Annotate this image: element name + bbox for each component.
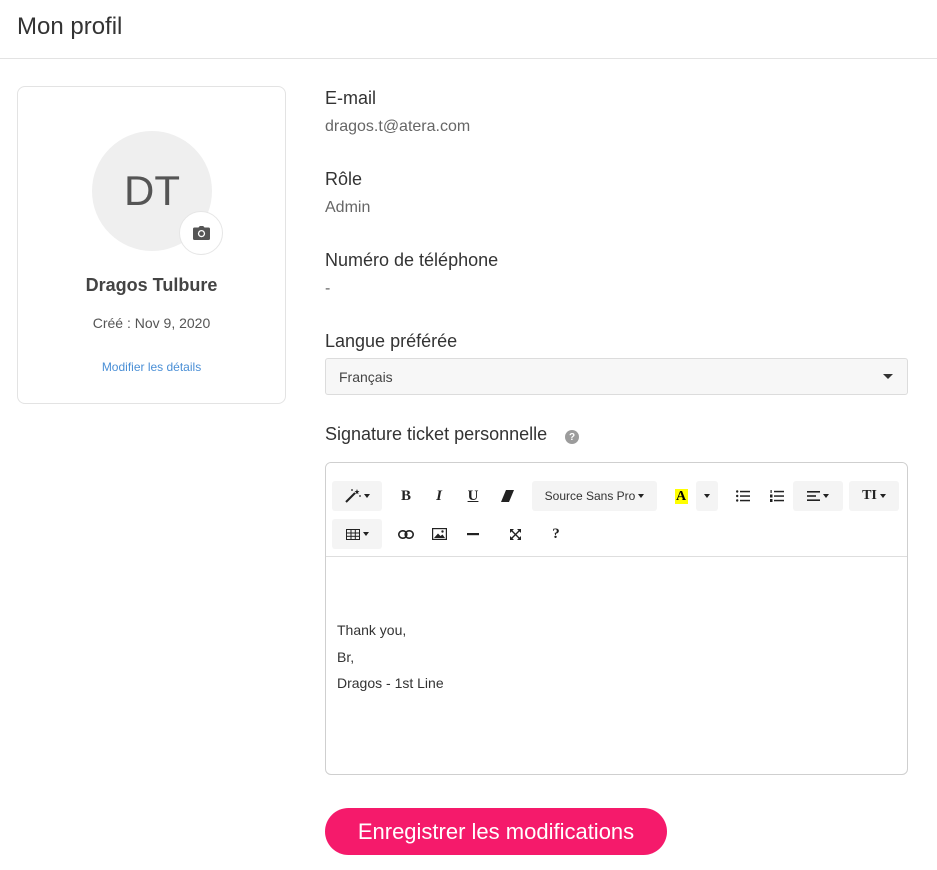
editor-toolbar: B I U Source Sans Pro A TI ? [326, 463, 907, 557]
user-name: Dragos Tulbure [85, 275, 218, 295]
eraser-button[interactable] [493, 481, 521, 511]
signature-line: Thank you, [337, 622, 407, 638]
change-photo-button[interactable] [179, 211, 223, 255]
role-value: Admin [325, 199, 371, 216]
horizontal-rule-button[interactable] [459, 519, 487, 549]
numbered-list-icon [770, 490, 784, 502]
text-size-icon: TI [862, 488, 877, 503]
email-value: dragos.t@atera.com [325, 118, 471, 135]
bold-button[interactable]: B [392, 481, 420, 511]
numbered-list-button[interactable] [763, 481, 791, 511]
role-label: Rôle [325, 169, 363, 189]
edit-details-link[interactable]: Modifier les détails [18, 360, 285, 374]
text-color-button[interactable]: A [668, 481, 694, 511]
signature-line: Br, [337, 648, 355, 665]
language-select[interactable]: Français [325, 358, 908, 395]
avatar-initials: DT [124, 167, 180, 214]
phone-value: - [325, 280, 331, 297]
created-date: Créé : Nov 9, 2020 [92, 315, 211, 331]
image-button[interactable] [425, 519, 453, 549]
underline-button[interactable]: U [459, 481, 487, 511]
camera-icon [192, 226, 210, 240]
link-button[interactable] [392, 519, 420, 549]
fullscreen-button[interactable] [501, 519, 529, 549]
highlight-icon: A [674, 488, 688, 504]
color-dropdown-button[interactable] [696, 481, 718, 511]
signature-label: Signature ticket personnelle [325, 424, 548, 444]
magic-wand-icon [344, 489, 361, 503]
bullet-list-icon [736, 490, 750, 502]
chevron-down-icon [883, 374, 893, 379]
table-icon [345, 528, 360, 540]
editor-content[interactable]: Thank you, Br, Dragos - 1st Line [337, 617, 444, 697]
italic-button[interactable]: I [425, 481, 453, 511]
text-size-button[interactable]: TI [849, 481, 899, 511]
help-icon[interactable]: ? [565, 430, 579, 444]
link-icon [398, 529, 414, 539]
image-icon [431, 528, 447, 540]
eraser-icon [500, 490, 514, 502]
email-label: E-mail [325, 88, 377, 108]
fullscreen-icon [509, 528, 521, 540]
signature-editor: B I U Source Sans Pro A TI ? Thank you, … [325, 462, 908, 775]
language-select-value: Français [339, 369, 393, 385]
align-button[interactable] [793, 481, 843, 511]
language-label: Langue préférée [325, 331, 458, 351]
align-icon [807, 491, 820, 501]
horizontal-rule-icon [467, 532, 479, 535]
page-header: Mon profil [0, 0, 937, 59]
save-button[interactable]: Enregistrer les modifications [325, 808, 667, 855]
phone-label: Numéro de téléphone [325, 250, 499, 270]
style-button[interactable] [332, 481, 382, 511]
font-family-select[interactable]: Source Sans Pro [532, 481, 657, 511]
profile-card: DT Dragos Tulbure Créé : Nov 9, 2020 Mod… [17, 86, 286, 404]
signature-line: Dragos - 1st Line [337, 675, 444, 691]
question-icon: ? [552, 525, 560, 542]
page-title: Mon profil [17, 13, 123, 40]
editor-help-button[interactable]: ? [542, 519, 570, 549]
bullet-list-button[interactable] [729, 481, 757, 511]
table-button[interactable] [332, 519, 382, 549]
